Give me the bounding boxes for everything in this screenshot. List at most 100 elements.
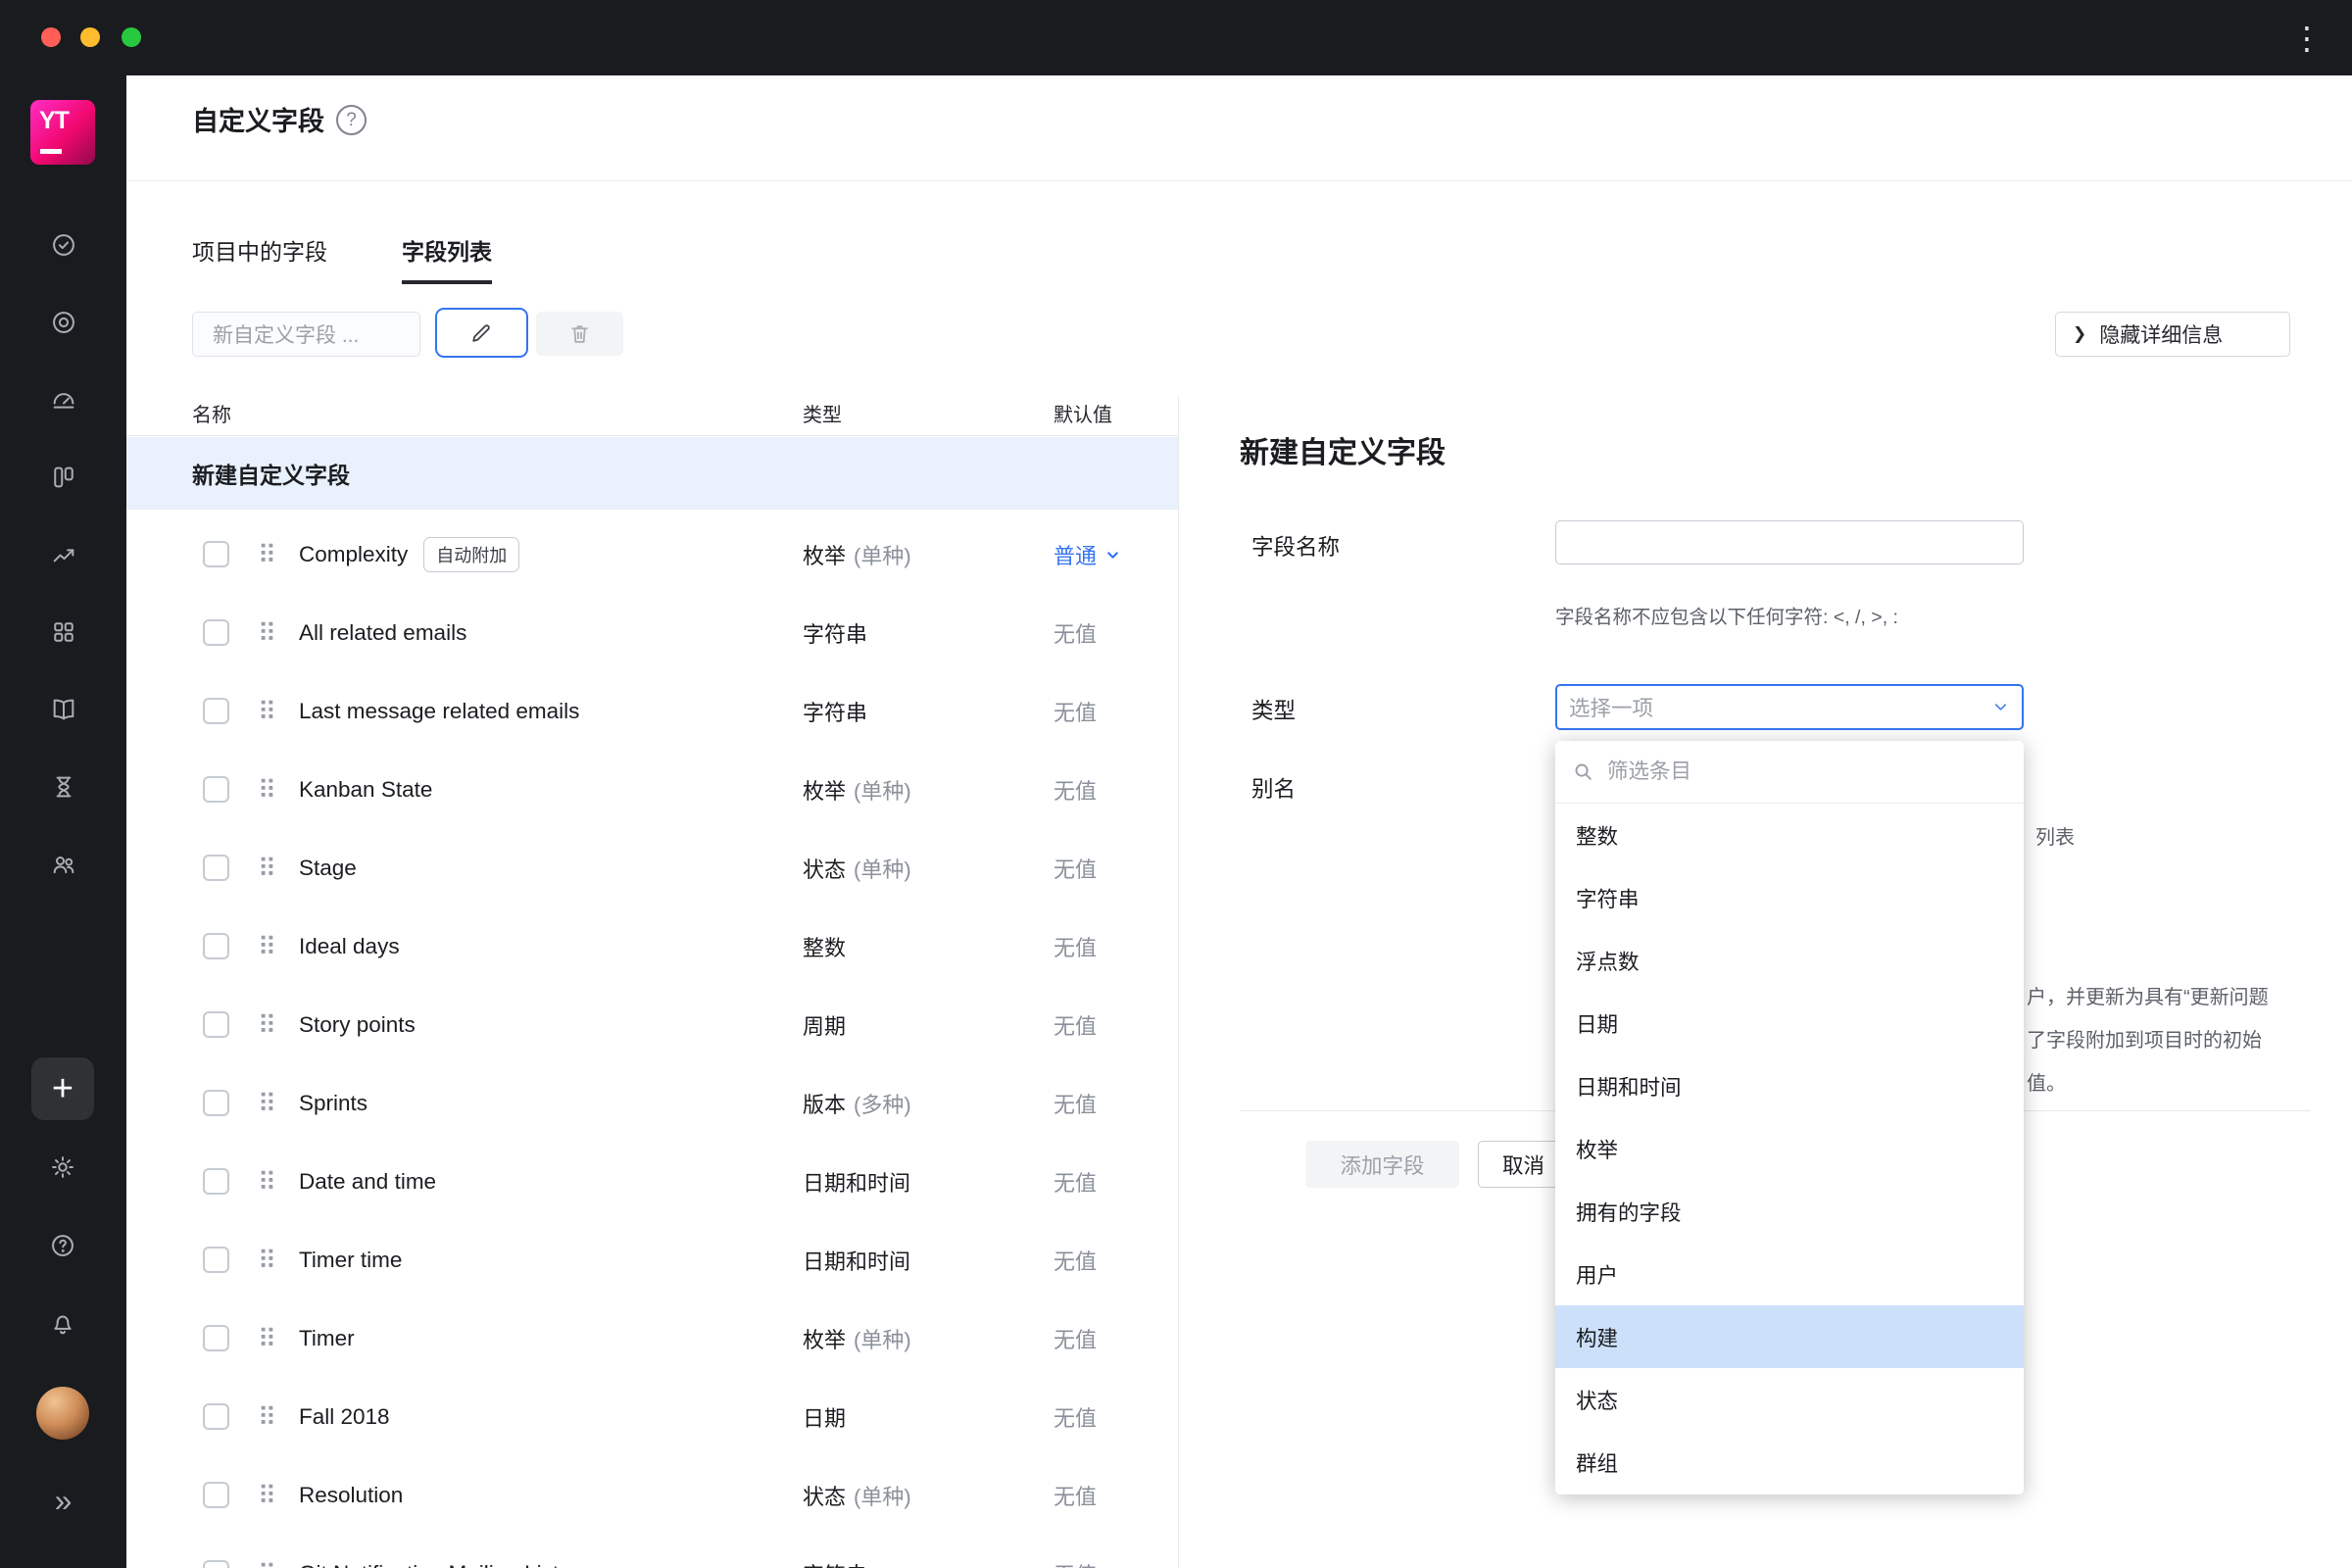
drag-handle-icon[interactable]: ⠿ [258, 777, 276, 803]
timesheets-icon[interactable] [50, 773, 77, 801]
row-checkbox[interactable] [203, 1403, 229, 1430]
sidebar-nav [0, 231, 126, 878]
team-icon[interactable] [50, 851, 77, 878]
table-row[interactable]: ⠿ Last message related emails 字符串 无值 [126, 672, 1178, 751]
row-checkbox[interactable] [203, 855, 229, 881]
drag-handle-icon[interactable]: ⠿ [258, 1561, 276, 1568]
drag-handle-icon[interactable]: ⠿ [258, 856, 276, 881]
field-name-input[interactable] [1555, 520, 2024, 564]
row-checkbox[interactable] [203, 541, 229, 567]
dropdown-option[interactable]: 构建 [1555, 1305, 2024, 1368]
hide-details-button[interactable]: ❯ 隐藏详细信息 [2055, 312, 2290, 357]
field-default: 无值 [1054, 1535, 1097, 1568]
notifications-bell-icon[interactable] [49, 1309, 76, 1337]
dropdown-option[interactable]: 日期 [1555, 992, 2024, 1054]
row-checkbox[interactable] [203, 1482, 229, 1508]
new-field-row[interactable]: 新建自定义字段 [126, 437, 1178, 510]
analytics-icon[interactable] [50, 541, 77, 568]
settings-gear-icon[interactable] [49, 1153, 76, 1181]
help-icon[interactable] [49, 1232, 76, 1259]
dropdown-option[interactable]: 字符串 [1555, 866, 2024, 929]
dropdown-option[interactable]: 状态 [1555, 1368, 2024, 1431]
row-checkbox[interactable] [203, 1011, 229, 1038]
drag-handle-icon[interactable]: ⠿ [258, 620, 276, 646]
avatar[interactable] [36, 1387, 89, 1440]
table-row[interactable]: ⠿ Kanban State 枚举 (单种) 无值 [126, 751, 1178, 829]
field-default: 无值 [1054, 1250, 1098, 1274]
drag-handle-icon[interactable]: ⠿ [258, 1091, 276, 1116]
row-checkbox[interactable] [203, 619, 229, 646]
table-row[interactable]: ⠿ All related emails 字符串 无值 [126, 594, 1178, 672]
field-table-rows: ⠿ Complexity 自动附加 枚举 (单种) 普通 ⠿ All related emai… [126, 515, 1178, 1568]
field-default: 无值 [1054, 1406, 1098, 1431]
table-row[interactable]: ⠿ Date and time 日期和时间 无值 [126, 1143, 1178, 1221]
create-button[interactable]: + [31, 1057, 94, 1120]
drag-handle-icon[interactable]: ⠿ [258, 1404, 276, 1430]
table-row[interactable]: ⠿ Timer time 日期和时间 无值 [126, 1221, 1178, 1299]
tab-fields-in-projects[interactable]: 项目中的字段 [192, 233, 327, 280]
boards-icon[interactable] [50, 464, 77, 491]
youtrack-logo[interactable]: YT [30, 100, 95, 165]
row-checkbox[interactable] [203, 698, 229, 724]
reports-icon[interactable] [50, 386, 77, 414]
field-name: Resolution [299, 1483, 404, 1507]
tab-field-list[interactable]: 字段列表 [402, 233, 492, 284]
field-default[interactable]: 普通 [1054, 515, 1121, 594]
table-row[interactable]: ⠿ Timer 枚举 (单种) 无值 [126, 1299, 1178, 1378]
field-type: 字符串 [803, 1535, 867, 1568]
field-type: 周期 [803, 1014, 847, 1039]
drag-handle-icon[interactable]: ⠿ [258, 1483, 276, 1508]
table-row[interactable]: ⠿ Fall 2018 日期 无值 [126, 1378, 1178, 1456]
dropdown-option[interactable]: 日期和时间 [1555, 1054, 2024, 1117]
table-row[interactable]: ⠿ Sprints 版本 (多种) 无值 [126, 1064, 1178, 1143]
dropdown-option[interactable]: 拥有的字段 [1555, 1180, 2024, 1243]
knowledge-base-icon[interactable] [50, 696, 77, 723]
row-checkbox[interactable] [203, 933, 229, 959]
kebab-menu-icon[interactable]: ⋮ [2291, 23, 2323, 54]
dropdown-option[interactable]: 枚举 [1555, 1117, 2024, 1180]
table-row[interactable]: ⠿ Ideal days 整数 无值 [126, 907, 1178, 986]
table-row[interactable]: ⠿ Stage 状态 (单种) 无值 [126, 829, 1178, 907]
row-checkbox[interactable] [203, 776, 229, 803]
dropdown-option[interactable]: 用户 [1555, 1243, 2024, 1305]
drag-handle-icon[interactable]: ⠿ [258, 1012, 276, 1038]
table-row[interactable]: ⠿ Story points 周期 无值 [126, 986, 1178, 1064]
dropdown-option[interactable]: 群组 [1555, 1431, 2024, 1494]
row-checkbox[interactable] [203, 1560, 229, 1568]
tasks-icon[interactable] [50, 231, 77, 259]
column-header-default: 默认值 [1054, 405, 1112, 426]
edit-button[interactable] [435, 308, 528, 358]
row-checkbox[interactable] [203, 1247, 229, 1273]
dropdown-option[interactable]: 整数 [1555, 804, 2024, 866]
field-type: 枚举 (单种) [803, 1328, 911, 1352]
page-help-icon[interactable]: ? [336, 105, 367, 135]
dropdown-filter-input[interactable] [1607, 760, 2007, 784]
table-row[interactable]: ⠿ Git Notification Mailing List 字符串 无值 [126, 1535, 1178, 1568]
dropdown-option[interactable]: 浮点数 [1555, 929, 2024, 992]
drag-handle-icon[interactable]: ⠿ [258, 542, 276, 567]
zoom-window-button[interactable] [122, 27, 141, 47]
add-field-button[interactable]: 添加字段 [1305, 1141, 1459, 1188]
drag-handle-icon[interactable]: ⠿ [258, 1326, 276, 1351]
field-name: Fall 2018 [299, 1404, 390, 1429]
drag-handle-icon[interactable]: ⠿ [258, 934, 276, 959]
new-custom-field-button[interactable]: 新自定义字段 ... [192, 312, 420, 357]
expand-sidebar-icon[interactable]: » [0, 1485, 126, 1516]
field-type: 日期和时间 [803, 1171, 911, 1196]
drag-handle-icon[interactable]: ⠿ [258, 1248, 276, 1273]
field-default: 无值 [1054, 1171, 1098, 1196]
dashboards-icon[interactable] [50, 309, 77, 336]
type-select[interactable]: 选择一项 [1555, 684, 2024, 730]
row-checkbox[interactable] [203, 1168, 229, 1195]
minimize-window-button[interactable] [80, 27, 100, 47]
delete-button[interactable] [536, 312, 623, 356]
apps-grid-icon[interactable] [50, 618, 77, 646]
field-default: 无值 [1054, 779, 1098, 804]
table-row[interactable]: ⠿ Resolution 状态 (单种) 无值 [126, 1456, 1178, 1535]
row-checkbox[interactable] [203, 1090, 229, 1116]
table-row[interactable]: ⠿ Complexity 自动附加 枚举 (单种) 普通 [126, 515, 1178, 594]
row-checkbox[interactable] [203, 1325, 229, 1351]
drag-handle-icon[interactable]: ⠿ [258, 699, 276, 724]
drag-handle-icon[interactable]: ⠿ [258, 1169, 276, 1195]
close-window-button[interactable] [41, 27, 61, 47]
